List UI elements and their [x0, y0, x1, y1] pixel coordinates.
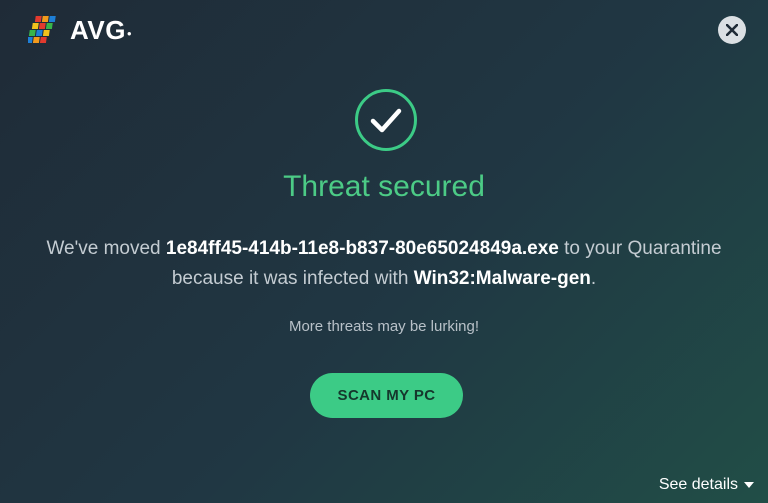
avg-threat-notification: AVG ● Threat secured We've moved 1e84ff4… [0, 0, 768, 503]
status-message: We've moved 1e84ff45-414b-11e8-b837-80e6… [40, 234, 728, 294]
close-button[interactable] [718, 16, 746, 44]
chevron-down-icon [744, 482, 754, 488]
avg-logo-text: AVG [70, 14, 126, 45]
scan-my-pc-button[interactable]: SCAN MY PC [310, 373, 463, 418]
avg-logo-icon [28, 16, 56, 43]
lurking-warning: More threats may be lurking! [288, 318, 480, 335]
see-details-label: See details [658, 476, 738, 493]
avg-logo: AVG ● [28, 14, 132, 46]
quarantined-file-name: 1e84ff45-414b-11e8-b837-80e65024849a.exe [165, 238, 559, 259]
status-title: Threat secured [283, 170, 485, 203]
threat-name: Win32:Malware-gen [413, 268, 591, 289]
see-details-link[interactable]: See details [659, 476, 754, 494]
message-prefix: We've moved [46, 238, 166, 259]
check-icon [355, 89, 417, 151]
trademark-dot: ● [126, 29, 132, 38]
message-suffix: . [590, 268, 597, 289]
close-icon [726, 24, 738, 36]
scan-button-label: SCAN MY PC [337, 387, 436, 404]
